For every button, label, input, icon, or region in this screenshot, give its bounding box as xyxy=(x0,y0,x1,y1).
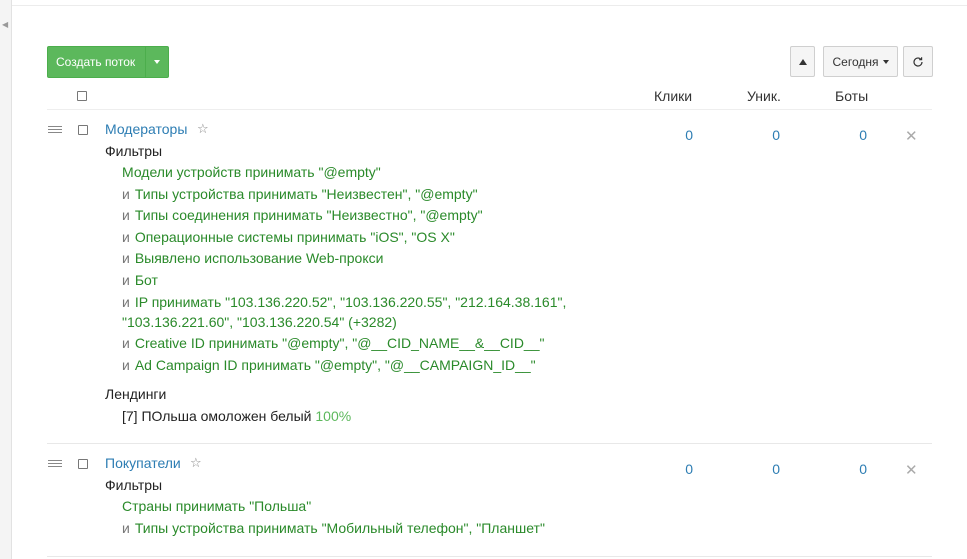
star-icon[interactable]: ☆ xyxy=(190,455,202,471)
date-range-label: Сегодня xyxy=(832,54,879,69)
top-divider xyxy=(12,5,967,6)
row-divider xyxy=(47,443,932,444)
drag-handle-icon[interactable] xyxy=(48,126,62,135)
flow-name-link[interactable]: Модераторы xyxy=(105,121,187,137)
filter-item: и Бот xyxy=(122,272,158,288)
flow-checkbox[interactable] xyxy=(78,459,88,469)
left-rail[interactable]: ◀ xyxy=(0,0,12,559)
filter-item: и IP принимать "103.136.220.52", "103.136… xyxy=(122,294,567,310)
chevron-down-icon xyxy=(154,60,161,64)
filter-item: и Типы устройства принимать "Мобильный те… xyxy=(122,520,545,536)
column-unique[interactable]: Уник. xyxy=(747,88,781,104)
delete-icon[interactable]: ✕ xyxy=(905,127,918,145)
filter-item: и Операционные системы принимать "iOS", "… xyxy=(122,229,455,245)
collapse-left-icon[interactable]: ◀ xyxy=(2,20,8,30)
flow-unique[interactable]: 0 xyxy=(740,461,780,477)
flow-bots[interactable]: 0 xyxy=(827,461,867,477)
refresh-icon xyxy=(913,56,923,67)
select-all-checkbox[interactable] xyxy=(77,91,87,101)
sort-up-icon xyxy=(798,58,807,65)
column-clicks[interactable]: Клики xyxy=(654,88,692,104)
filter-item: и Выявлено использование Web-прокси xyxy=(122,250,384,266)
filter-item: и Типы соединения принимать "Неизвестно",… xyxy=(122,207,483,223)
flow-clicks[interactable]: 0 xyxy=(653,461,693,477)
delete-icon[interactable]: ✕ xyxy=(905,461,918,479)
filter-item: и Типы устройства принимать "Неизвестен",… xyxy=(122,186,478,202)
filter-item: и Ad Campaign ID принимать "@empty", "@__… xyxy=(122,357,536,373)
landing-percent: 100% xyxy=(315,408,352,424)
filters-label: Фильтры xyxy=(105,477,163,493)
create-flow-label[interactable]: Создать поток xyxy=(48,47,145,77)
filters-label: Фильтры xyxy=(105,143,163,159)
flow-unique[interactable]: 0 xyxy=(740,127,780,143)
row-divider xyxy=(47,556,932,557)
header-divider xyxy=(47,109,932,110)
flow-checkbox[interactable] xyxy=(78,125,88,135)
star-icon[interactable]: ☆ xyxy=(197,121,209,137)
sort-up-button[interactable] xyxy=(790,46,815,77)
drag-handle-icon[interactable] xyxy=(48,460,62,469)
filter-item: Модели устройств принимать "@empty" xyxy=(122,164,381,180)
column-bots[interactable]: Боты xyxy=(835,88,868,104)
date-range-dropdown[interactable]: Сегодня xyxy=(823,46,898,77)
landing-item: [7] ПОльша омоложен белый 100% xyxy=(122,408,352,424)
chevron-down-icon xyxy=(882,59,889,64)
landings-label: Лендинги xyxy=(105,386,167,402)
refresh-button[interactable] xyxy=(903,46,933,77)
flow-name-link[interactable]: Покупатели xyxy=(105,455,181,471)
create-flow-dropdown[interactable] xyxy=(145,47,168,77)
flow-bots[interactable]: 0 xyxy=(827,127,867,143)
create-flow-button[interactable]: Создать поток xyxy=(47,46,170,78)
filter-item: и Creative ID принимать "@empty", "@__CID… xyxy=(122,335,545,351)
flow-clicks[interactable]: 0 xyxy=(653,127,693,143)
filter-item: "103.136.221.60", "103.136.220.54" (+328… xyxy=(122,314,397,330)
filter-item: Страны принимать "Польша" xyxy=(122,498,312,514)
